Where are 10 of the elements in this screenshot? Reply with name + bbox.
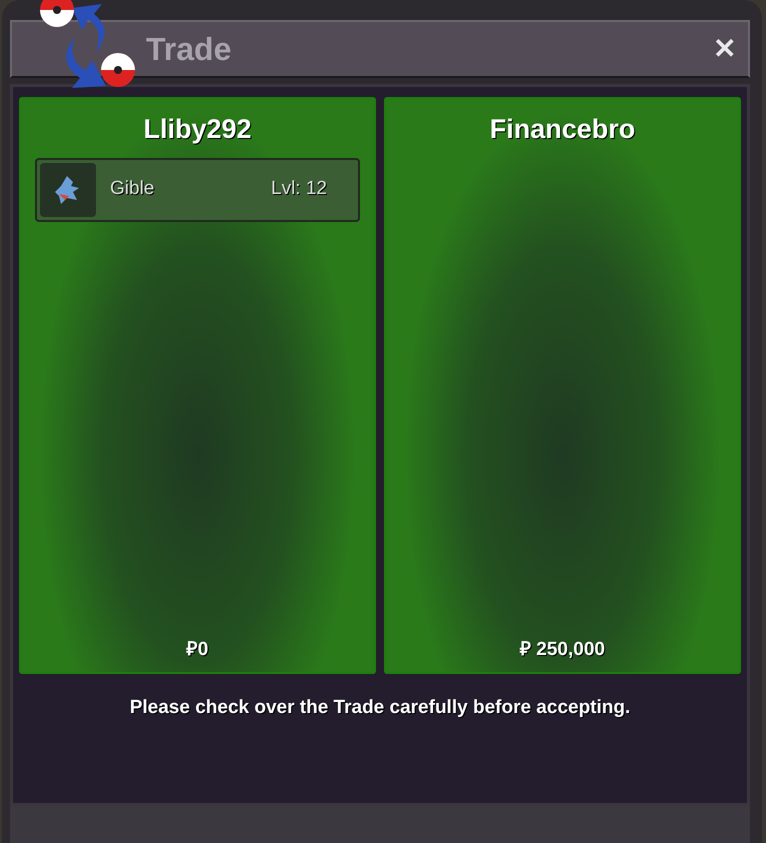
window-title: Trade — [146, 30, 232, 68]
player-name: Financebro — [490, 113, 636, 146]
pokemon-level: Lvl: 12 — [271, 177, 327, 202]
money-amount: ₽0 — [186, 638, 208, 662]
money-amount: ₽ 250,000 — [520, 638, 605, 662]
player-name: Lliby292 — [143, 113, 252, 146]
notice-text: Please check over the Trade carefully before accepting. — [128, 696, 632, 720]
pokemon-row[interactable]: Gible Lvl: 12 — [35, 158, 360, 222]
close-button[interactable]: ✕ — [709, 35, 740, 63]
pokemon-name: Gible — [110, 177, 156, 202]
